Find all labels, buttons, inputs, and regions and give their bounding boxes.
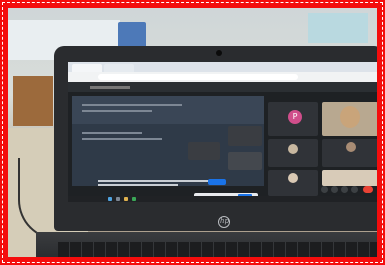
laptop-screen: P xyxy=(68,62,377,202)
participant-face xyxy=(340,106,360,128)
taskbar-icon[interactable] xyxy=(116,197,120,201)
end-call-button[interactable] xyxy=(363,186,373,193)
video-thumbnail xyxy=(188,142,220,160)
browser-icon[interactable] xyxy=(132,197,136,201)
webcam xyxy=(216,50,222,56)
video-thumbnail xyxy=(228,152,262,170)
camera-icon[interactable] xyxy=(331,186,338,193)
browser-tab[interactable] xyxy=(104,64,134,72)
meeting-title xyxy=(90,86,130,89)
present-button[interactable] xyxy=(208,179,226,185)
shared-screen-caption xyxy=(98,184,178,186)
participant-video-tile[interactable] xyxy=(322,170,377,186)
participant-avatar: P xyxy=(288,110,302,124)
keyboard xyxy=(58,242,377,257)
windows-taskbar xyxy=(68,196,377,202)
participant-avatar xyxy=(288,144,298,154)
start-icon[interactable] xyxy=(108,197,112,201)
shared-screen-caption xyxy=(98,180,218,182)
photo: P hp xyxy=(8,8,377,257)
call-controls xyxy=(321,186,377,194)
background-window-right xyxy=(308,13,368,43)
folder-icon[interactable] xyxy=(124,197,128,201)
participant-avatar xyxy=(346,142,356,152)
more-icon[interactable] xyxy=(351,186,358,193)
address-bar[interactable] xyxy=(98,74,298,80)
background-blue-object xyxy=(118,22,146,48)
presenter-thumbnail xyxy=(228,126,262,146)
participant-avatar xyxy=(288,173,298,183)
present-icon[interactable] xyxy=(341,186,348,193)
browser-tab[interactable] xyxy=(72,64,102,72)
laptop-logo-text: hp xyxy=(220,217,229,225)
mic-icon[interactable] xyxy=(321,186,328,193)
background-shelf xyxy=(13,76,53,126)
